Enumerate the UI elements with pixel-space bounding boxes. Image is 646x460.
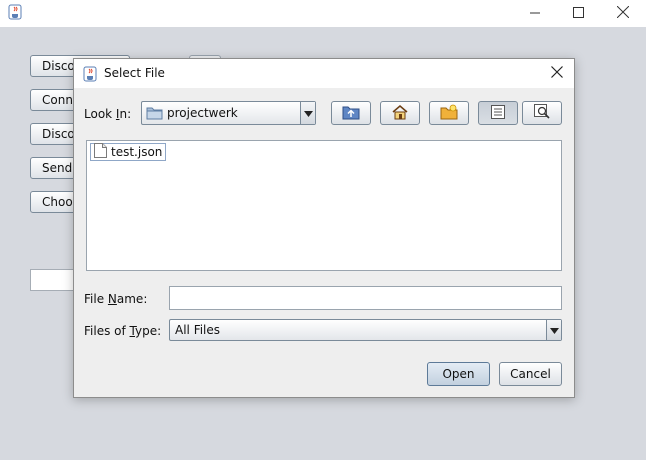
- file-name: test.json: [111, 145, 163, 159]
- create-new-folder-button[interactable]: [429, 101, 469, 125]
- up-folder-icon: [342, 104, 360, 123]
- minimize-icon: [530, 7, 540, 21]
- maximize-icon: [572, 6, 584, 21]
- home-icon: [391, 104, 409, 123]
- java-cup-icon: [82, 66, 98, 82]
- close-icon: [551, 66, 563, 81]
- file-icon: [94, 143, 107, 161]
- new-folder-icon: [440, 104, 458, 123]
- chevron-down-icon: [303, 106, 313, 120]
- file-name-input[interactable]: [169, 286, 562, 310]
- look-in-combobox[interactable]: projectwerk: [141, 101, 316, 125]
- main-titlebar: [0, 0, 646, 27]
- java-cup-icon: [7, 4, 23, 20]
- file-list[interactable]: test.json: [86, 140, 562, 271]
- dialog-close-button[interactable]: [540, 59, 574, 88]
- file-name-label: File Name:: [84, 292, 148, 306]
- up-one-level-button[interactable]: [331, 101, 371, 125]
- details-view-icon: [534, 103, 550, 123]
- look-in-label: Look In:: [84, 107, 132, 121]
- chevron-down-icon: [549, 323, 559, 337]
- list-view-icon: [491, 104, 505, 122]
- file-type-dropdown-arrow[interactable]: [546, 320, 561, 340]
- list-item[interactable]: test.json: [90, 143, 167, 161]
- home-button[interactable]: [380, 101, 420, 125]
- select-file-dialog: Select File Look In: projectwerk test.js…: [73, 58, 575, 398]
- file-type-label: Files of Type:: [84, 324, 162, 338]
- details-view-button[interactable]: [522, 101, 562, 125]
- dialog-title: Select File: [104, 66, 165, 80]
- close-icon: [616, 5, 630, 21]
- file-type-value: All Files: [175, 323, 221, 337]
- main-text-input[interactable]: [30, 269, 76, 291]
- cancel-button[interactable]: Cancel: [499, 362, 562, 386]
- look-in-dropdown-arrow[interactable]: [300, 102, 315, 124]
- folder-icon: [146, 106, 163, 123]
- dialog-titlebar: Select File: [74, 59, 574, 88]
- minimize-button[interactable]: [512, 0, 558, 27]
- list-view-button[interactable]: [478, 101, 518, 125]
- look-in-value: projectwerk: [167, 106, 238, 120]
- maximize-button[interactable]: [555, 0, 601, 27]
- file-type-combobox[interactable]: All Files: [169, 319, 562, 341]
- open-button[interactable]: Open: [427, 362, 490, 386]
- close-window-button[interactable]: [600, 0, 646, 27]
